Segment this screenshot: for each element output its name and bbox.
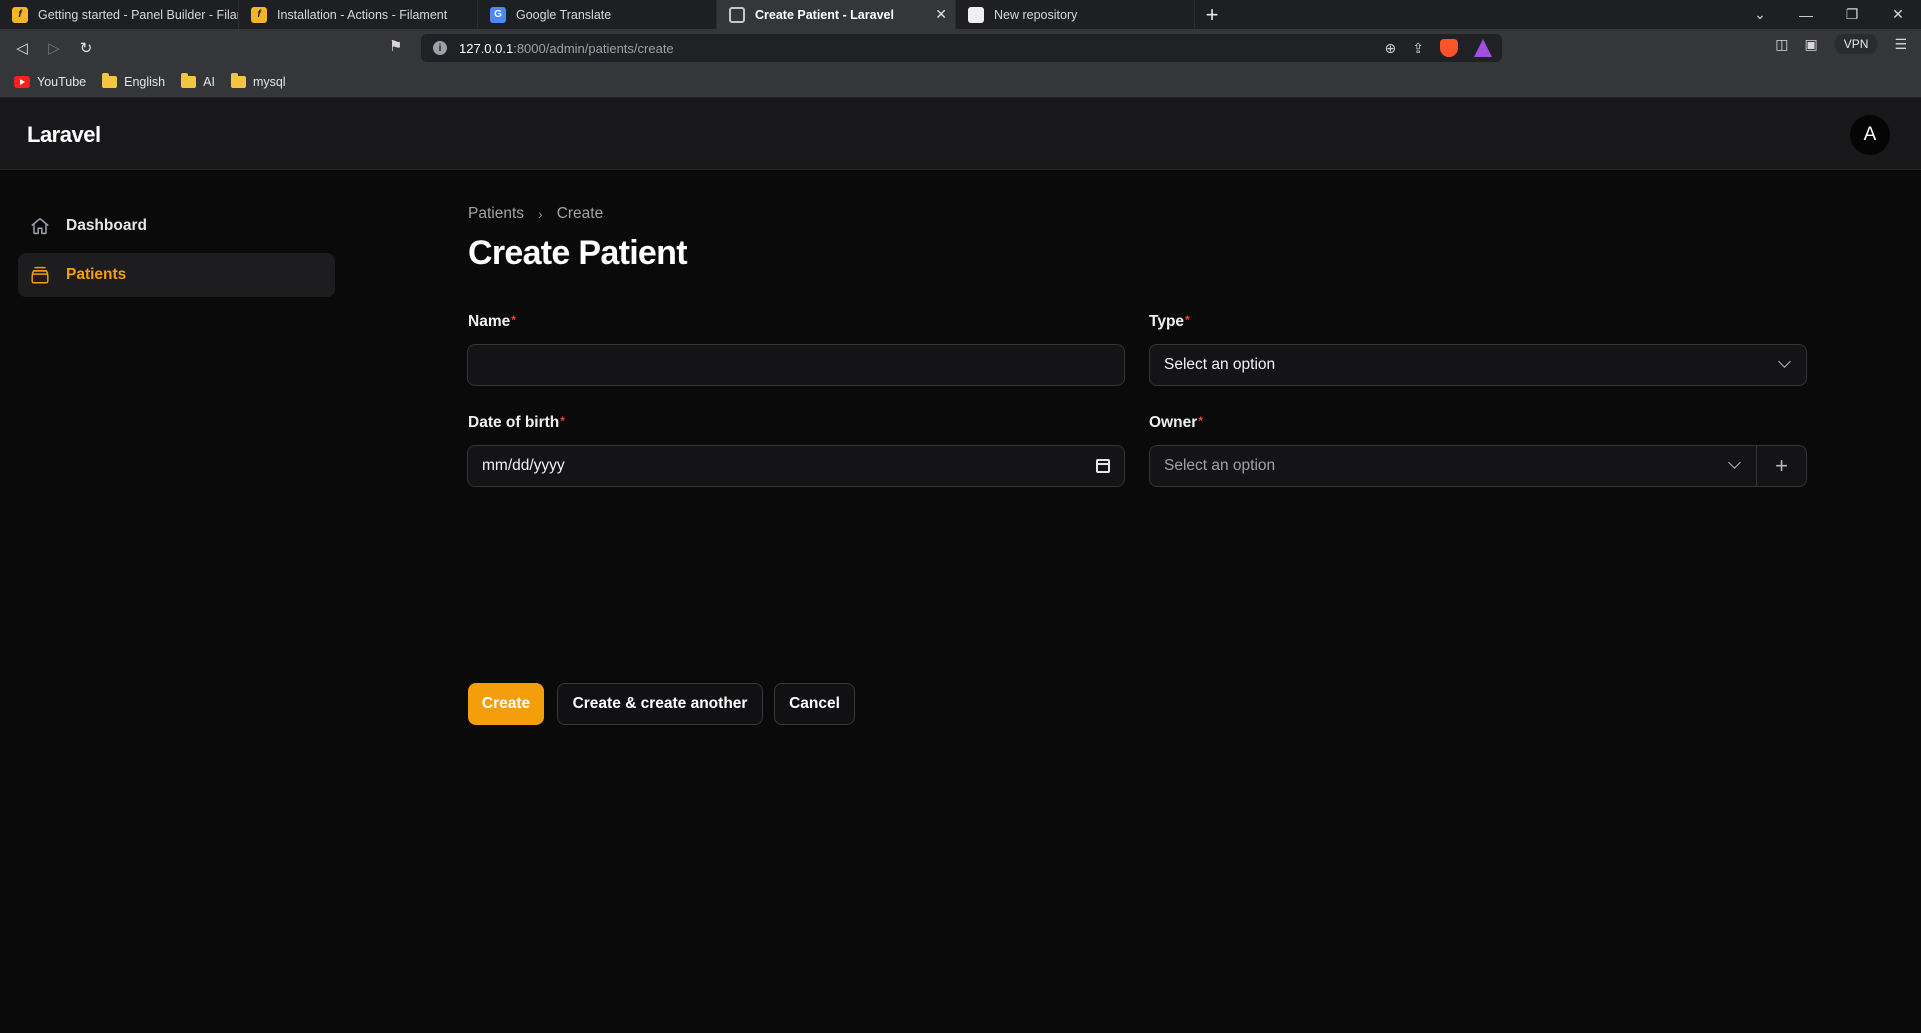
bookmark-folder-mysql[interactable]: mysql (230, 73, 286, 89)
folder-icon (181, 73, 197, 88)
browser-toolbar: ◁ ▷ ↻ ⚑ i 127.0.0.1 :8000/admin/patients… (0, 29, 1921, 67)
brand-logo[interactable]: Laravel (27, 122, 101, 148)
bookmark-label: AI (203, 75, 215, 89)
calendar-icon[interactable] (1096, 459, 1110, 473)
browser-tab[interactable]: New repository (956, 0, 1195, 29)
owner-label-text: Owner (1149, 414, 1198, 431)
tab-title: Installation - Actions - Filament (277, 7, 448, 22)
site-info-icon[interactable]: i (433, 41, 447, 55)
bookmark-icon[interactable]: ⚑ (389, 37, 402, 55)
date-of-birth-input[interactable]: mm/dd/yyyy (467, 445, 1125, 487)
required-marker: * (1185, 313, 1190, 327)
bookmark-folder-english[interactable]: English (102, 73, 166, 89)
tab-title: Create Patient - Laravel (755, 7, 894, 22)
url-path: :8000/admin/patients/create (513, 40, 674, 56)
bookmark-label: English (124, 75, 166, 89)
name-label: Name* (468, 313, 516, 331)
name-label-text: Name (468, 313, 511, 330)
reload-icon[interactable]: ↻ (70, 32, 102, 64)
youtube-icon (14, 76, 30, 88)
address-bar[interactable]: i 127.0.0.1 :8000/admin/patients/create … (421, 34, 1502, 62)
brave-shields-icon[interactable] (1440, 39, 1458, 57)
folder-icon (102, 73, 118, 88)
browser-tab[interactable]: f Installation - Actions - Filament (239, 0, 478, 29)
owner-select[interactable]: Select an option + (1149, 445, 1807, 487)
vpn-button[interactable]: VPN (1833, 34, 1879, 54)
name-input[interactable] (467, 344, 1125, 386)
chevron-right-icon: › (538, 206, 543, 222)
chevron-down-icon (1778, 355, 1791, 368)
dob-label: Date of birth* (468, 414, 565, 432)
zoom-icon[interactable]: ⊕ (1385, 40, 1397, 57)
type-label-text: Type (1149, 313, 1185, 330)
app-topbar: Laravel A (0, 98, 1921, 170)
page-title: Create Patient (468, 234, 688, 272)
browser-tab[interactable]: G Google Translate (478, 0, 717, 29)
menu-icon[interactable]: ☰ (1894, 36, 1907, 53)
sidebar-item-patients[interactable]: Patients (18, 253, 335, 297)
required-marker: * (1198, 414, 1203, 428)
required-marker: * (560, 414, 565, 428)
dob-label-text: Date of birth (468, 414, 560, 431)
tab-title: Google Translate (516, 7, 612, 22)
browser-tabstrip: f Getting started - Panel Builder - Fila… (0, 0, 1921, 29)
required-marker: * (511, 313, 516, 327)
sidebar: Dashboard Patients (0, 171, 345, 1033)
window-controls: ⌄ — ❐ ✕ (1737, 0, 1921, 29)
github-icon (968, 6, 984, 23)
browser-tab[interactable]: f Getting started - Panel Builder - Fila… (0, 0, 239, 29)
main-content: Patients › Create Create Patient Name* T… (345, 171, 1921, 1033)
globe-icon (729, 6, 745, 23)
type-label: Type* (1149, 313, 1190, 331)
user-avatar[interactable]: A (1850, 115, 1890, 155)
brave-rewards-icon[interactable] (1474, 39, 1492, 57)
restore-icon[interactable]: ❐ (1829, 6, 1875, 23)
owner-select-placeholder: Select an option (1164, 457, 1276, 474)
google-translate-icon: G (490, 6, 506, 23)
bookmarks-bar: YouTube English AI mysql (0, 67, 1921, 98)
tab-title: New repository (994, 7, 1078, 22)
type-select[interactable]: Select an option (1149, 344, 1807, 386)
breadcrumb-current: Create (556, 205, 604, 222)
type-select-value: Select an option (1164, 356, 1276, 373)
filament-icon: f (251, 6, 267, 23)
browser-tab-active[interactable]: Create Patient - Laravel ✕ (717, 0, 956, 29)
breadcrumb-patients-link[interactable]: Patients (468, 205, 524, 223)
tab-search-icon[interactable]: ⌄ (1737, 6, 1783, 23)
tab-title: Getting started - Panel Builder - Filame… (38, 7, 238, 22)
home-icon (28, 214, 52, 238)
back-icon[interactable]: ◁ (6, 32, 38, 64)
cancel-button[interactable]: Cancel (774, 683, 855, 725)
owner-label: Owner* (1149, 414, 1203, 432)
bookmark-label: YouTube (37, 75, 87, 89)
create-and-create-another-button[interactable]: Create & create another (557, 683, 763, 725)
close-tab-icon[interactable]: ✕ (935, 6, 947, 23)
archive-box-icon (28, 263, 52, 287)
url-host: 127.0.0.1 (459, 40, 514, 56)
bookmark-folder-ai[interactable]: AI (181, 73, 215, 89)
bookmark-label: mysql (252, 75, 286, 89)
bookmark-youtube[interactable]: YouTube (14, 75, 86, 89)
close-window-icon[interactable]: ✕ (1875, 6, 1921, 23)
forward-icon[interactable]: ▷ (38, 32, 70, 64)
create-owner-plus-icon[interactable]: + (1757, 446, 1806, 486)
date-of-birth-placeholder: mm/dd/yyyy (482, 457, 565, 474)
minimize-icon[interactable]: — (1783, 7, 1829, 23)
sidebar-item-label: Dashboard (66, 217, 147, 234)
chevron-down-icon (1728, 456, 1741, 469)
new-tab-button[interactable]: + (1195, 0, 1229, 29)
create-button[interactable]: Create (468, 683, 544, 725)
sidebar-item-label: Patients (66, 266, 127, 283)
wallet-icon[interactable]: ▣ (1805, 36, 1818, 53)
sidebar-item-dashboard[interactable]: Dashboard (18, 204, 335, 248)
breadcrumb: Patients › Create (468, 205, 603, 223)
sidebar-toggle-icon[interactable]: ◫ (1775, 36, 1788, 53)
filament-icon: f (12, 6, 28, 23)
folder-icon (230, 73, 246, 88)
share-icon[interactable]: ⇪ (1412, 40, 1424, 57)
